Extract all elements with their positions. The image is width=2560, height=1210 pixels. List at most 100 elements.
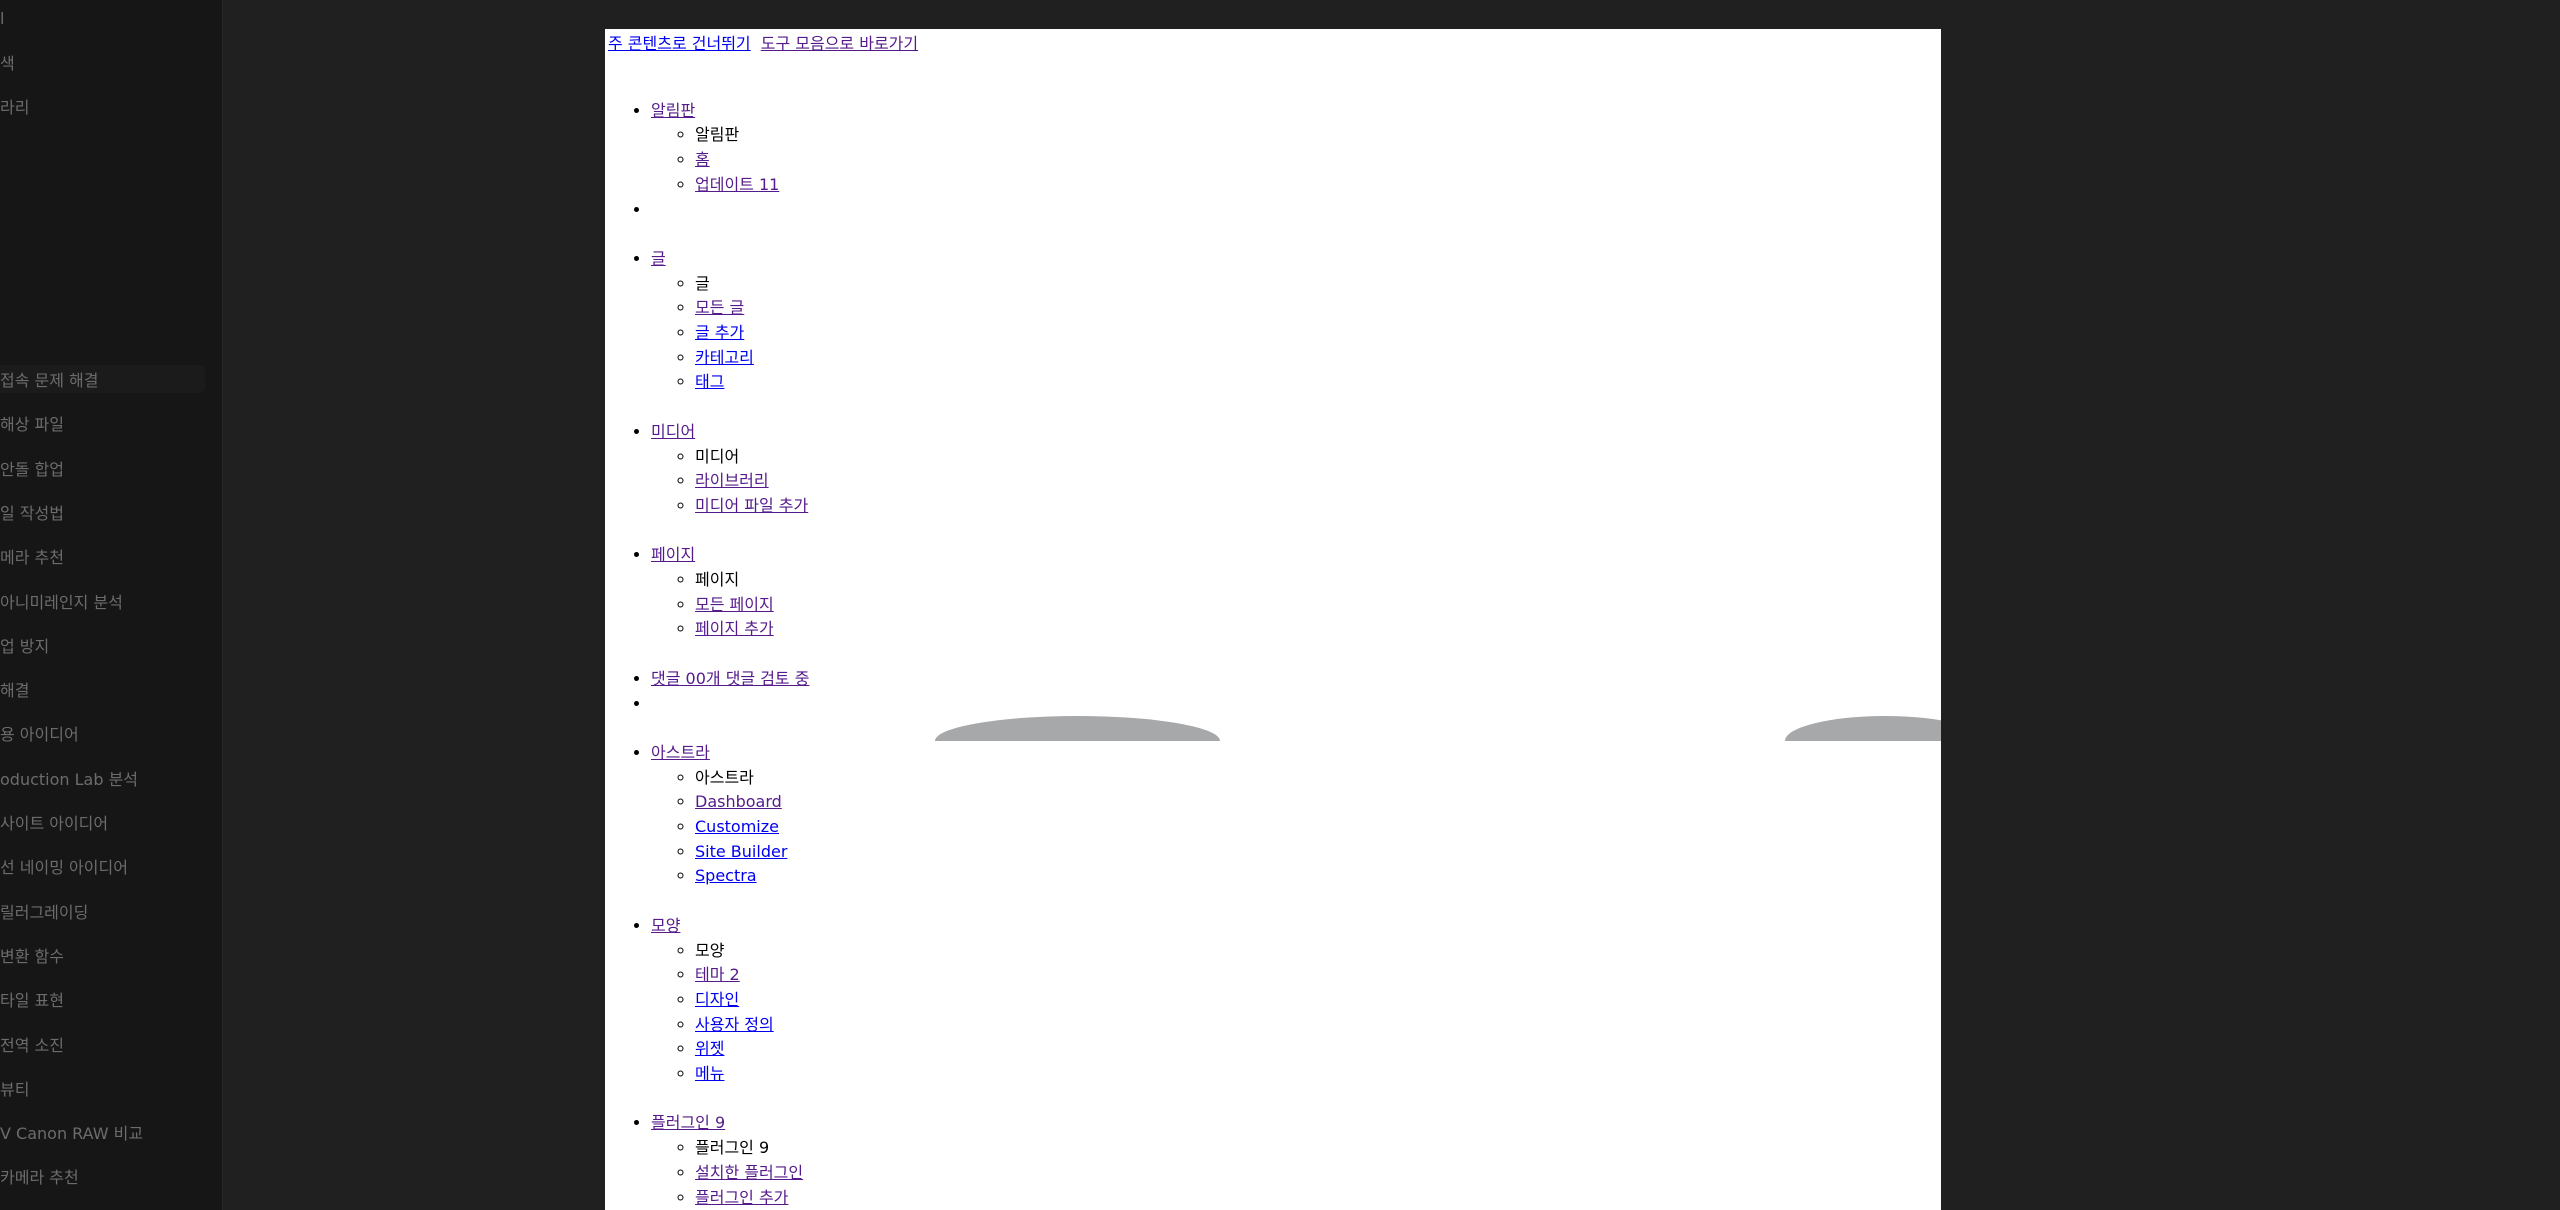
menu-link-comments[interactable]: 댓글 00개 댓글 검토 중 bbox=[651, 669, 809, 688]
menu-link-media[interactable]: 미디어 bbox=[651, 422, 695, 441]
submenu-link-site-builder[interactable]: Site Builder bbox=[695, 842, 787, 861]
submenu-link-categories[interactable]: 카테고리 bbox=[695, 348, 754, 367]
submenu-item: 카테고리 bbox=[695, 346, 1851, 371]
menu-separator bbox=[651, 692, 1851, 717]
background-chat-item: 릴러그레이딩 bbox=[0, 902, 89, 922]
submenu-item: 사용자 정의 bbox=[695, 1013, 1851, 1038]
submenu-item: 모든 글 bbox=[695, 296, 1851, 321]
submenu-item: 디자인 bbox=[695, 988, 1851, 1013]
background-sidebar: l 색 라리 접속 문제 해결 해상 파일 안돌 합업 일 작성법 메라 추천 아니미레인… bbox=[0, 0, 223, 1210]
menu-link-pages[interactable]: 페이지 bbox=[651, 545, 695, 564]
submenu-link-add-page[interactable]: 페이지 추가 bbox=[695, 619, 774, 638]
submenu-link-all-pages[interactable]: 모든 페이지 bbox=[695, 595, 774, 614]
menu-bullet-spacer bbox=[651, 74, 1851, 99]
submenu-link-menus[interactable]: 메뉴 bbox=[695, 1064, 724, 1083]
background-chat-item: 메라 추천 bbox=[0, 548, 64, 568]
submenu-link-astra-dashboard[interactable]: Dashboard bbox=[695, 792, 782, 811]
submenu-heading: 모양 bbox=[695, 939, 1851, 964]
submenu-link-tags[interactable]: 태그 bbox=[695, 372, 724, 391]
submenu-item: 글 추가 bbox=[695, 321, 1851, 346]
submenu-link-updates[interactable]: 업데이트 11 bbox=[695, 175, 779, 194]
submenu-astra: 아스트라 Dashboard Customize Site Builder Sp… bbox=[651, 766, 1851, 890]
background-sidebar-item: 색 bbox=[0, 54, 15, 73]
menu-bullet-spacer bbox=[651, 222, 1851, 247]
admin-frame: 주 콘텐츠로 건너뛰기 도구 모음으로 바로가기 알림판 알림판 홈 업데이트 … bbox=[605, 29, 1941, 1210]
background-sidebar-top: l 색 라리 bbox=[0, 0, 222, 130]
background-chat-item: 사이트 아이디어 bbox=[0, 814, 109, 833]
menu-item-dashboard: 알림판 알림판 홈 업데이트 11 bbox=[651, 74, 1851, 198]
submenu-item: 테마 2 bbox=[695, 963, 1851, 988]
skip-to-toolbar-link[interactable]: 도구 모음으로 바로가기 bbox=[761, 34, 918, 53]
submenu-link-astra-customize[interactable]: Customize bbox=[695, 817, 779, 836]
background-chat-item: 안돌 합업 bbox=[0, 459, 64, 479]
submenu-link-widgets[interactable]: 위젯 bbox=[695, 1039, 724, 1058]
menu-separator bbox=[651, 198, 1851, 223]
menu-link-appearance[interactable]: 모양 bbox=[651, 916, 680, 935]
submenu-heading: 알림판 bbox=[695, 123, 1851, 148]
menu-item-plugins: 플러그인 9 플러그인 9 설치한 플러그인 플러그인 추가 bbox=[651, 1087, 1851, 1210]
submenu-item: Site Builder bbox=[695, 840, 1851, 865]
submenu-link-design[interactable]: 디자인 bbox=[695, 990, 739, 1009]
background-chat-item: 용 아이디어 bbox=[0, 725, 79, 745]
background-chat-item: 뷰티 bbox=[0, 1079, 30, 1099]
submenu-link-all-posts[interactable]: 모든 글 bbox=[695, 298, 744, 317]
background-chat-item: oduction Lab 분석 bbox=[0, 769, 139, 789]
submenu-item: 홈 bbox=[695, 148, 1851, 173]
submenu-item: 업데이트 11 bbox=[695, 173, 1851, 198]
submenu-link-installed-plugins[interactable]: 설치한 플러그인 bbox=[695, 1163, 803, 1182]
submenu-media: 미디어 라이브러리 미디어 파일 추가 bbox=[651, 445, 1851, 519]
submenu-item: Customize bbox=[695, 815, 1851, 840]
submenu-item: 태그 bbox=[695, 370, 1851, 395]
background-chat-item: 해상 파일 bbox=[0, 415, 64, 435]
submenu-pages: 페이지 모든 페이지 페이지 추가 bbox=[651, 568, 1851, 642]
menu-item-posts: 글 글 모든 글 글 추가 카테고리 태그 bbox=[651, 222, 1851, 395]
submenu-item: 페이지 추가 bbox=[695, 617, 1851, 642]
submenu-item: Spectra bbox=[695, 864, 1851, 889]
submenu-heading: 글 bbox=[695, 272, 1851, 297]
menu-item-media: 미디어 미디어 라이브러리 미디어 파일 추가 bbox=[651, 395, 1851, 519]
background-chat-item: V Canon RAW 비교 bbox=[0, 1124, 144, 1144]
submenu-item: 설치한 플러그인 bbox=[695, 1161, 1851, 1186]
background-chat-item: 전역 소진 bbox=[0, 1035, 64, 1055]
submenu-link-add-plugin[interactable]: 플러그인 추가 bbox=[695, 1188, 788, 1207]
menu-bullet-spacer bbox=[651, 716, 1851, 741]
submenu-heading: 플러그인 9 bbox=[695, 1136, 1851, 1161]
menu-item-pages: 페이지 페이지 모든 페이지 페이지 추가 bbox=[651, 519, 1851, 643]
menu-link-dashboard[interactable]: 알림판 bbox=[651, 101, 695, 120]
background-chat-item: 카메라 추천 bbox=[0, 1168, 79, 1188]
menu-link-posts[interactable]: 글 bbox=[651, 249, 666, 268]
menu-item-appearance: 모양 모양 테마 2 디자인 사용자 정의 위젯 메뉴 bbox=[651, 889, 1851, 1087]
submenu-link-add-post[interactable]: 글 추가 bbox=[695, 323, 744, 342]
submenu-item: 메뉴 bbox=[695, 1062, 1851, 1087]
background-chat-item: 변환 함수 bbox=[0, 946, 64, 966]
background-chat-item: 해결 bbox=[0, 681, 30, 701]
submenu-plugins: 플러그인 9 설치한 플러그인 플러그인 추가 bbox=[651, 1136, 1851, 1210]
menu-link-astra[interactable]: 아스트라 bbox=[651, 743, 710, 762]
submenu-heading: 페이지 bbox=[695, 568, 1851, 593]
submenu-link-spectra[interactable]: Spectra bbox=[695, 866, 757, 885]
background-chat-item: 일 작성법 bbox=[0, 503, 64, 523]
menu-link-plugins[interactable]: 플러그인 9 bbox=[651, 1113, 725, 1132]
submenu-link-library[interactable]: 라이브러리 bbox=[695, 471, 769, 490]
background-sidebar-item: 라리 bbox=[0, 98, 30, 117]
submenu-link-home[interactable]: 홈 bbox=[695, 150, 710, 169]
background-chat-item: 선 네이밍 아이디어 bbox=[0, 858, 128, 878]
menu-bullet-spacer bbox=[651, 1087, 1851, 1112]
menu-bullet-spacer bbox=[651, 642, 1851, 667]
submenu-item: 위젯 bbox=[695, 1037, 1851, 1062]
submenu-link-add-media[interactable]: 미디어 파일 추가 bbox=[695, 496, 808, 515]
menu-item-comments: 댓글 00개 댓글 검토 중 bbox=[651, 642, 1851, 691]
menu-bullet-spacer bbox=[651, 519, 1851, 544]
submenu-heading: 아스트라 bbox=[695, 766, 1851, 791]
submenu-link-customize[interactable]: 사용자 정의 bbox=[695, 1015, 774, 1034]
menu-bullet-spacer bbox=[651, 395, 1851, 420]
background-chat-item: 접속 문제 해결 bbox=[0, 371, 99, 390]
submenu-appearance: 모양 테마 2 디자인 사용자 정의 위젯 메뉴 bbox=[651, 939, 1851, 1087]
menu-item-astra: 아스트라 아스트라 Dashboard Customize Site Build… bbox=[651, 716, 1851, 889]
background-chat-item: 업 방지 bbox=[0, 636, 50, 656]
background-sidebar-item: l bbox=[0, 9, 5, 28]
skip-to-content-link[interactable]: 주 콘텐츠로 건너뛰기 bbox=[608, 34, 751, 53]
submenu-link-themes[interactable]: 테마 2 bbox=[695, 965, 740, 984]
submenu-posts: 글 모든 글 글 추가 카테고리 태그 bbox=[651, 272, 1851, 396]
submenu-item: 모든 페이지 bbox=[695, 593, 1851, 618]
